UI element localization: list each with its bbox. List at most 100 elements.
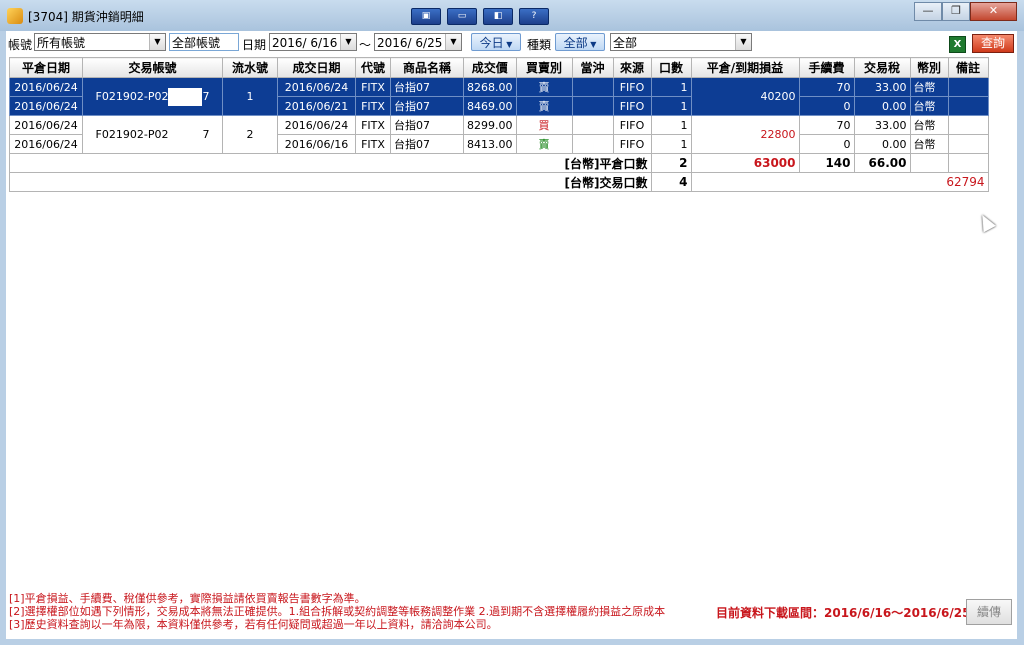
- account-label: 帳號: [8, 38, 33, 52]
- source-cell: FIFO: [612, 77, 652, 97]
- window-border-left: [0, 31, 6, 645]
- close-date-cell: 2016/06/24: [9, 134, 83, 154]
- today-label: 今日: [479, 36, 504, 50]
- table-row[interactable]: 2016/06/24 F021902-P02 7 1 2016/06/24 FIT…: [9, 77, 989, 116]
- fee-cell: 0: [798, 134, 855, 154]
- daytrade-cell: [571, 96, 614, 116]
- dock-icon[interactable]: ◧: [483, 8, 513, 25]
- col-close-date[interactable]: 平倉日期: [9, 57, 83, 78]
- query-button[interactable]: 查詢: [972, 34, 1014, 53]
- product-select-value: 全部: [613, 36, 638, 50]
- col-tax[interactable]: 交易稅: [853, 57, 911, 78]
- serial-cell: 2: [222, 115, 278, 154]
- col-code[interactable]: 代號: [355, 57, 391, 78]
- footer-notes: [1]平倉損益、手續費、稅僅供參考，實際損益請依買賣報告書數字為準。 [2]選擇…: [9, 592, 729, 631]
- account-select-value: 所有帳號: [37, 36, 86, 50]
- layout-icon[interactable]: ▣: [411, 8, 441, 25]
- trade-date-cell: 2016/06/21: [277, 96, 356, 116]
- product-select[interactable]: 全部 ▼: [610, 33, 752, 51]
- currency-cell: 台幣: [909, 77, 949, 97]
- source-cell: FIFO: [612, 115, 652, 135]
- col-qty[interactable]: 口數: [650, 57, 692, 78]
- chevron-down-icon: ▼: [445, 34, 461, 50]
- note-cell: [947, 115, 989, 135]
- date-label: 日期: [242, 38, 267, 52]
- today-button[interactable]: 今日 ▼: [471, 33, 521, 51]
- chevron-down-icon: ▼: [735, 34, 751, 50]
- col-serial[interactable]: 流水號: [222, 57, 278, 78]
- summary-close-label: [台幣]平倉口數: [9, 153, 652, 173]
- date-range-tilde: ～: [359, 38, 372, 52]
- fee-cell: 70: [798, 77, 855, 97]
- col-daytrade[interactable]: 當沖: [571, 57, 614, 78]
- summary-close-fee: 140: [798, 153, 855, 173]
- account-select[interactable]: 所有帳號 ▼: [34, 33, 166, 51]
- product-cell: 台指07: [390, 77, 464, 97]
- summary-close-tax: 66.00: [853, 153, 911, 173]
- summary-trade-label: [台幣]交易口數: [9, 172, 652, 192]
- currency-cell: 台幣: [909, 115, 949, 135]
- account-prefix: F021902-P02: [95, 127, 169, 141]
- col-price[interactable]: 成交價: [463, 57, 517, 78]
- account-cell: F021902-P02 7: [82, 115, 223, 154]
- code-cell: FITX: [355, 96, 391, 116]
- summary-close-empty: [909, 153, 949, 173]
- date-to-value: 2016/ 6/25: [377, 36, 443, 50]
- note-3: [3]歷史資料查詢以一年為限，本資料僅供參考，若有任何疑問或超過一年以上資料，請…: [9, 618, 498, 631]
- date-to-picker[interactable]: 2016/ 6/25 ▼: [374, 33, 462, 51]
- serial-cell: 1: [222, 77, 278, 116]
- fee-cell: 0: [798, 96, 855, 116]
- type-select-value: 全部: [563, 36, 588, 50]
- window-border-bottom: [0, 639, 1024, 645]
- window-title: [3704] 期貨沖銷明細: [28, 10, 144, 24]
- note-cell: [947, 96, 989, 116]
- window-controls: — ❐ ✕: [914, 2, 1017, 21]
- source-cell: FIFO: [612, 96, 652, 116]
- help-icon[interactable]: ?: [519, 8, 549, 25]
- excel-export-icon[interactable]: X: [949, 36, 966, 53]
- window-icon[interactable]: ▭: [447, 8, 477, 25]
- qty-cell: 1: [650, 96, 692, 116]
- type-select[interactable]: 全部 ▼: [555, 33, 605, 51]
- col-pnl[interactable]: 平倉/到期損益: [690, 57, 800, 78]
- summary-row-trade: [台幣]交易口數 4 62794: [9, 172, 989, 192]
- price-cell: 8268.00: [463, 77, 517, 97]
- account-suffix: 7: [202, 89, 210, 103]
- code-cell: FITX: [355, 77, 391, 97]
- currency-cell: 台幣: [909, 134, 949, 154]
- minimize-button[interactable]: —: [914, 2, 942, 21]
- side-cell: 買: [515, 115, 573, 135]
- trade-date-cell: 2016/06/24: [277, 77, 356, 97]
- col-side[interactable]: 買賣別: [515, 57, 573, 78]
- maximize-button[interactable]: ❐: [942, 2, 970, 21]
- account-field[interactable]: 全部帳號: [169, 33, 239, 51]
- product-cell: 台指07: [390, 134, 464, 154]
- daytrade-cell: [571, 134, 614, 154]
- col-product[interactable]: 商品名稱: [390, 57, 464, 78]
- trade-date-cell: 2016/06/16: [277, 134, 356, 154]
- tax-cell: 33.00: [853, 115, 911, 135]
- col-source[interactable]: 來源: [612, 57, 652, 78]
- note-cell: [947, 134, 989, 154]
- col-fee[interactable]: 手續費: [798, 57, 855, 78]
- col-currency[interactable]: 幣別: [909, 57, 949, 78]
- note-2: [2]選擇權部位如遇下列情形，交易成本將無法正確提供。1.組合拆解或契約調整等帳…: [9, 605, 666, 618]
- table-row[interactable]: 2016/06/24 F021902-P02 7 2 2016/06/24 FIT…: [9, 115, 989, 154]
- side-cell: 賣: [515, 134, 573, 154]
- resend-button[interactable]: 續傳: [966, 599, 1012, 625]
- fee-cell: 70: [798, 115, 855, 135]
- mouse-cursor-icon: [976, 211, 996, 233]
- pnl-cell: 40200: [690, 77, 800, 116]
- note-cell: [947, 77, 989, 97]
- price-cell: 8413.00: [463, 134, 517, 154]
- code-cell: FITX: [355, 115, 391, 135]
- offset-detail-table: 平倉日期 交易帳號 流水號 成交日期 代號 商品名稱 成交價 買賣別 當沖 來源…: [9, 57, 989, 192]
- col-trade-date[interactable]: 成交日期: [277, 57, 356, 78]
- date-from-picker[interactable]: 2016/ 6/16 ▼: [269, 33, 357, 51]
- close-date-cell: 2016/06/24: [9, 96, 83, 116]
- col-account[interactable]: 交易帳號: [82, 57, 223, 78]
- tax-cell: 0.00: [853, 96, 911, 116]
- close-button[interactable]: ✕: [970, 2, 1017, 21]
- window-border-right: [1017, 31, 1024, 645]
- col-note[interactable]: 備註: [947, 57, 989, 78]
